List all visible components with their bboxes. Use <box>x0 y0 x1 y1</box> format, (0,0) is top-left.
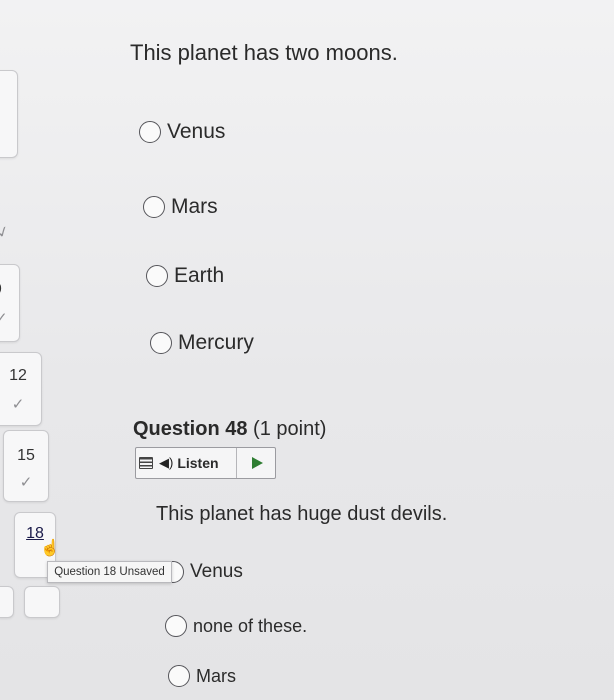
divider <box>236 448 237 478</box>
answer-option-venus[interactable]: Venus <box>162 561 243 583</box>
answer-option-venus[interactable]: Venus <box>139 120 225 144</box>
sidebar-item-question[interactable] <box>0 586 14 618</box>
radio-button[interactable] <box>146 265 168 287</box>
answered-check-icon: ✓ <box>19 474 33 491</box>
question-number-label: Question 48 <box>133 418 248 440</box>
option-label: Mercury <box>178 331 254 354</box>
option-label: Venus <box>167 120 226 143</box>
sidebar-item-question-9[interactable]: 9 ✓ <box>0 264 20 342</box>
question-number: 12 <box>9 367 27 384</box>
answered-check-icon: ✓ <box>11 396 25 413</box>
question-number: 9 <box>0 281 2 299</box>
sidebar-item-question-15[interactable]: 15 ✓ <box>3 430 49 502</box>
sidebar-item-question[interactable] <box>0 70 18 158</box>
sidebar-item-question-12[interactable]: 12 ✓ <box>0 352 42 426</box>
radio-button[interactable] <box>143 196 165 218</box>
speaker-icon: ◀) <box>159 455 174 470</box>
listen-button[interactable]: ◀) Listen <box>135 447 276 479</box>
option-label: Venus <box>190 561 243 582</box>
answer-option-mercury[interactable]: Mercury <box>150 331 254 355</box>
radio-button[interactable] <box>168 665 190 687</box>
option-label: Earth <box>174 264 225 287</box>
listen-label: Listen <box>177 455 219 471</box>
question-points: (1 point) <box>247 418 327 440</box>
answer-option-mars[interactable]: Mars <box>168 665 236 687</box>
sidebar-item-question[interactable] <box>24 586 60 618</box>
answer-option-earth[interactable]: Earth <box>146 264 224 288</box>
radio-button[interactable] <box>139 121 161 143</box>
hand-cursor-icon: ☝ <box>40 540 60 557</box>
answer-option-none-of-these[interactable]: none of these. <box>165 615 307 637</box>
play-icon[interactable] <box>252 457 263 469</box>
sidebar-item-question[interactable]: ✓ <box>0 172 18 254</box>
answered-check-icon: ✓ <box>0 222 13 243</box>
question-number: 15 <box>17 447 35 464</box>
option-label: Mars <box>171 195 218 218</box>
quiz-page: ✓ 9 ✓ 12 ✓ 15 ✓ 18 This planet has two m… <box>0 0 614 700</box>
question-prompt: This planet has two moons. <box>130 40 398 65</box>
option-label: none of these. <box>193 615 308 636</box>
question-prompt: This planet has huge dust devils. <box>156 503 448 525</box>
option-label: Mars <box>196 665 236 686</box>
radio-button[interactable] <box>165 615 187 637</box>
answered-check-icon: ✓ <box>0 310 8 327</box>
question-status-tooltip: Question 18 Unsaved <box>47 561 172 583</box>
question-heading: Question 48 (1 point) <box>133 418 326 441</box>
answer-option-mars[interactable]: Mars <box>143 195 218 219</box>
menu-icon[interactable] <box>139 457 153 469</box>
radio-button[interactable] <box>150 332 172 354</box>
